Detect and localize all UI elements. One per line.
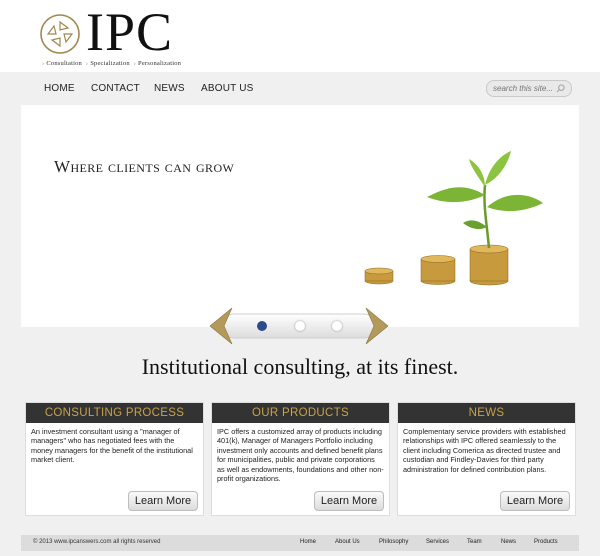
footer-link-home[interactable]: Home — [300, 539, 316, 545]
box-our-products: OUR PRODUCTS IPC offers a customized arr… — [211, 402, 390, 516]
box-consulting-process: CONSULTING PROCESS An investment consult… — [25, 402, 204, 516]
box-title: OUR PRODUCTS — [212, 403, 389, 423]
box-text: Complementary service providers with est… — [403, 427, 566, 474]
footer-link-philosophy[interactable]: Philosophy — [379, 539, 408, 545]
footer-link-team[interactable]: Team — [467, 539, 482, 545]
box-title: CONSULTING PROCESS — [26, 403, 203, 423]
growing-coins-image — [364, 151, 543, 286]
nav-home[interactable]: HOME — [44, 83, 75, 94]
box-text: IPC offers a customized array of product… — [217, 427, 384, 484]
hero-slider: Where clients can grow — [21, 105, 579, 327]
nav-about-us[interactable]: ABOUT US — [201, 83, 254, 94]
page-tagline: Institutional consulting, at its finest. — [141, 354, 459, 379]
footer-link-about-us[interactable]: About Us — [335, 539, 360, 545]
next-arrow-icon[interactable] — [362, 306, 392, 346]
footer-link-news[interactable]: News — [501, 539, 516, 545]
slider-dot-2[interactable] — [295, 321, 305, 331]
learn-more-button[interactable]: Learn More — [500, 491, 570, 511]
copyright-text: © 2013 www.ipcanswers.com all rights res… — [33, 539, 161, 545]
logo-swirl-icon — [40, 14, 80, 54]
slider-controls — [206, 306, 392, 346]
learn-more-button[interactable]: Learn More — [128, 491, 198, 511]
tagline-word: Personalization — [138, 60, 182, 67]
box-title: NEWS — [398, 403, 575, 423]
search-box — [486, 80, 572, 97]
slide-heading: Where clients can grow — [54, 157, 235, 176]
search-input[interactable] — [493, 82, 557, 95]
site-header: IPC › Consultation › Specialization › Perso… — [0, 0, 600, 72]
nav-contact[interactable]: CONTACT — [91, 83, 140, 94]
learn-more-button[interactable]: Learn More — [314, 491, 384, 511]
search-icon[interactable] — [556, 84, 565, 93]
slider-dot-1[interactable] — [257, 321, 267, 331]
prev-arrow-icon[interactable] — [206, 306, 236, 346]
logo-tagline: › Consultation › Specialization › Personali… — [42, 60, 182, 67]
tagline-word: Consultation — [46, 60, 82, 67]
ipc-logo[interactable]: IPC › Consultation › Specialization › Perso… — [38, 4, 188, 68]
footer-link-services[interactable]: Services — [426, 539, 449, 545]
tagline-word: Specialization — [90, 60, 130, 67]
slider-dot-3[interactable] — [332, 321, 342, 331]
box-news: NEWS Complementary service providers wit… — [397, 402, 576, 516]
site-footer: © 2013 www.ipcanswers.com all rights res… — [21, 535, 579, 551]
box-text: An investment consultant using a "manage… — [31, 427, 193, 465]
nav-news[interactable]: NEWS — [154, 83, 185, 94]
footer-link-products[interactable]: Products — [534, 539, 558, 545]
logo-text: IPC — [86, 2, 174, 62]
